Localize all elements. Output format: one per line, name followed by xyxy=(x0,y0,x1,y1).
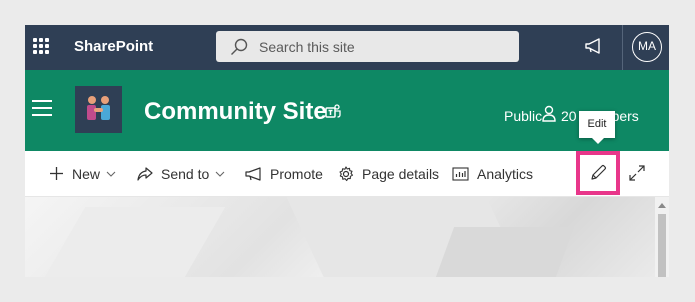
promote-button[interactable]: Promote xyxy=(245,151,323,196)
chevron-down-icon xyxy=(215,171,225,177)
chevron-down-icon xyxy=(106,171,116,177)
search-box[interactable] xyxy=(216,31,519,62)
edit-tooltip: Edit xyxy=(579,111,615,144)
teams-icon[interactable] xyxy=(324,103,342,121)
person-icon xyxy=(542,105,556,122)
search-icon xyxy=(231,38,248,55)
scroll-up-arrow[interactable] xyxy=(658,203,666,208)
page-details-button[interactable]: Page details xyxy=(338,151,439,196)
analytics-icon xyxy=(452,166,469,181)
app-launcher-icon[interactable] xyxy=(33,38,49,54)
analytics-label: Analytics xyxy=(477,165,534,182)
hero-banner-image xyxy=(25,197,655,277)
send-to-label: Send to xyxy=(161,165,210,182)
plus-icon xyxy=(50,167,63,180)
send-to-button[interactable]: Send to xyxy=(137,151,225,196)
privacy-label: Public xyxy=(504,108,543,124)
sharepoint-window: SharePoint MA Communi xyxy=(25,25,669,277)
site-header: Community Site Public 20 members xyxy=(25,70,669,151)
hamburger-menu-icon[interactable] xyxy=(32,100,52,116)
command-bar: New Send to Promote Page details Analyti… xyxy=(25,151,669,197)
page-details-label: Page details xyxy=(362,165,440,182)
suite-divider xyxy=(622,25,623,70)
site-title[interactable]: Community Site xyxy=(144,98,327,126)
pencil-icon xyxy=(591,164,607,180)
search-input[interactable] xyxy=(259,31,509,62)
app-name[interactable]: SharePoint xyxy=(74,38,153,55)
megaphone-icon xyxy=(245,166,261,181)
megaphone-icon[interactable] xyxy=(584,36,604,56)
edit-button[interactable] xyxy=(576,151,620,195)
suite-bar: SharePoint MA xyxy=(25,25,669,70)
share-icon xyxy=(137,166,153,181)
analytics-button[interactable]: Analytics xyxy=(452,151,533,196)
people-logo-icon xyxy=(87,96,110,120)
site-logo[interactable] xyxy=(75,86,122,133)
avatar[interactable]: MA xyxy=(632,32,662,62)
new-label: New xyxy=(72,165,101,182)
expand-icon[interactable] xyxy=(628,164,646,182)
scroll-thumb[interactable] xyxy=(658,214,666,277)
vertical-scrollbar[interactable] xyxy=(655,197,669,277)
gear-icon xyxy=(339,165,354,181)
new-button[interactable]: New xyxy=(49,151,116,196)
promote-label: Promote xyxy=(270,165,323,182)
